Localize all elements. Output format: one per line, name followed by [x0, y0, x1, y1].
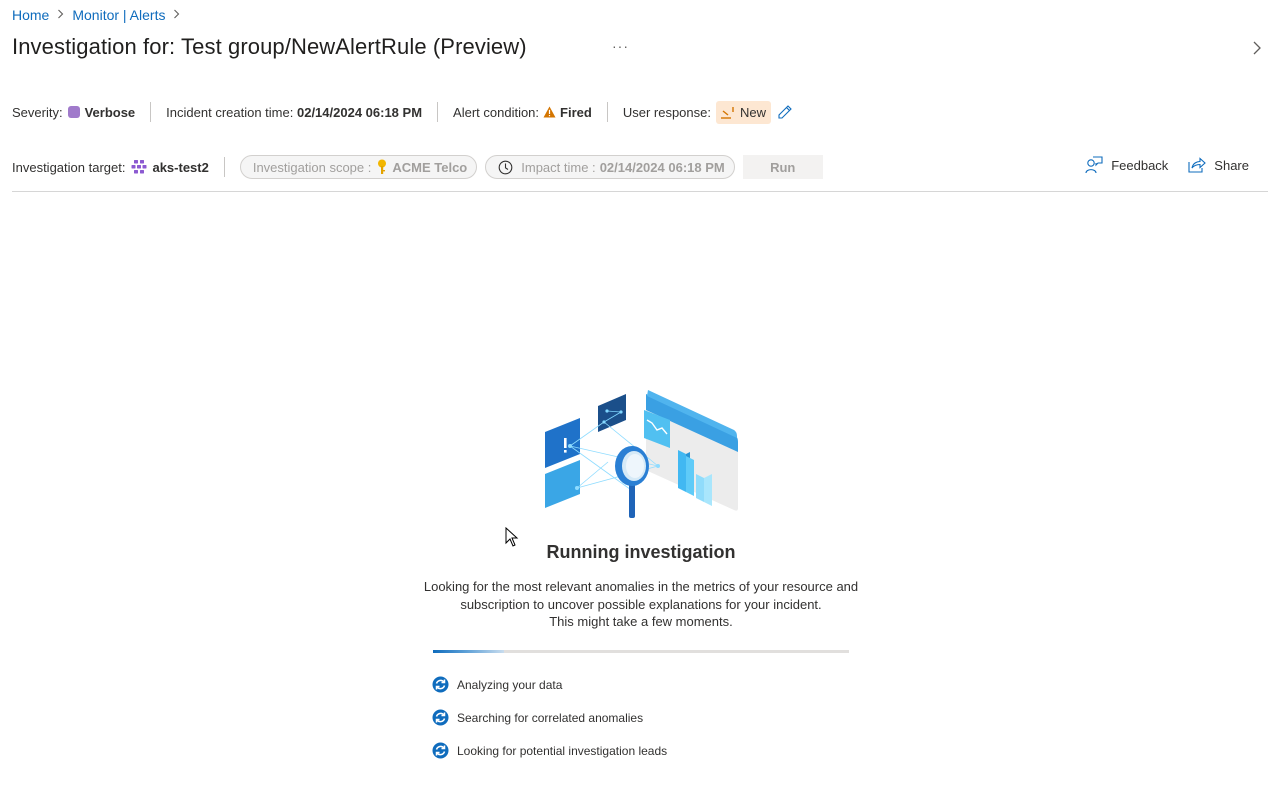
user-response-label: User response:: [622, 104, 711, 120]
feedback-button[interactable]: Feedback: [1085, 156, 1168, 174]
progress-fill: [433, 650, 504, 653]
command-actions: Feedback Share: [1065, 156, 1249, 174]
sync-icon: [432, 709, 449, 726]
impact-time-value: 02/14/2024 06:18 PM: [599, 159, 725, 175]
breadcrumb: Home Monitor | Alerts: [12, 7, 188, 23]
user-response-badge[interactable]: New: [715, 100, 771, 124]
feedback-label: Feedback: [1111, 157, 1169, 173]
severity-indicator-icon: [67, 106, 80, 118]
description-line: subscription to uncover possible explana…: [460, 596, 822, 612]
impact-time-label: Impact time :: [521, 159, 596, 175]
collapse-panel-chevron-icon[interactable]: [1252, 40, 1266, 58]
divider: [437, 102, 439, 122]
step-label: Analyzing your data: [457, 677, 563, 692]
key-icon: [378, 159, 387, 174]
investigation-target-value[interactable]: aks-test2: [152, 160, 208, 175]
run-button[interactable]: Run: [742, 155, 823, 179]
chevron-right-icon: [57, 9, 64, 22]
clock-icon: [498, 160, 513, 174]
feedback-icon: [1085, 156, 1103, 174]
description-line: This might take a few moments.: [549, 614, 733, 629]
share-label: Share: [1214, 157, 1249, 173]
step-label: Searching for correlated anomalies: [457, 710, 644, 725]
kubernetes-service-icon: [131, 160, 147, 174]
step-item: Analyzing your data: [432, 676, 667, 693]
edit-pencil-icon[interactable]: [777, 104, 793, 120]
impact-time-pill[interactable]: Impact time : 02/14/2024 06:18 PM: [485, 155, 735, 179]
alert-details-bar: Severity: Verbose Incident creation time…: [12, 100, 793, 124]
more-options-button[interactable]: ···: [612, 38, 629, 54]
investigation-scope-label: Investigation scope :: [252, 159, 372, 175]
description-line: Looking for the most relevant anomalies …: [423, 579, 859, 594]
investigation-target-label: Investigation target:: [12, 159, 126, 175]
divider: [606, 102, 608, 122]
divider: [150, 102, 152, 122]
share-button[interactable]: Share: [1188, 157, 1249, 173]
investigation-steps: Analyzing your data Searching for correl…: [432, 676, 667, 775]
user-response-value: New: [739, 104, 766, 120]
divider: [223, 157, 225, 177]
investigation-bar: Investigation target: aks-test2 Investig…: [12, 155, 823, 179]
severity-value: Verbose: [84, 104, 136, 120]
investigation-scope-value: ACME Telco: [392, 159, 468, 175]
incident-time-label: Incident creation time:: [166, 104, 294, 120]
running-investigation-description: Looking for the most relevant anomalies …: [414, 578, 868, 631]
step-item: Looking for potential investigation lead…: [432, 742, 667, 759]
step-item: Searching for correlated anomalies: [432, 709, 667, 726]
share-icon: [1188, 157, 1207, 173]
investigation-illustration: [545, 390, 738, 518]
alert-condition-value: Fired: [560, 104, 592, 120]
step-label: Looking for potential investigation lead…: [457, 743, 668, 758]
alert-condition-label: Alert condition:: [453, 104, 540, 120]
running-investigation-title: Running investigation: [546, 542, 736, 562]
header-divider: [12, 191, 1268, 192]
breadcrumb-home-link[interactable]: Home: [12, 7, 49, 23]
investigation-progress-bar: [433, 650, 849, 653]
chevron-right-icon: [173, 9, 180, 22]
page-title: Investigation for: Test group/NewAlertRu…: [12, 34, 527, 59]
sync-icon: [432, 742, 449, 759]
investigation-scope-pill[interactable]: Investigation scope : ACME Telco: [239, 155, 478, 179]
severity-label: Severity:: [12, 104, 63, 120]
breadcrumb-monitor-alerts-link[interactable]: Monitor | Alerts: [72, 7, 165, 23]
sync-icon: [432, 676, 449, 693]
incident-time-value: 02/14/2024 06:18 PM: [296, 104, 423, 120]
warning-icon: [543, 106, 556, 118]
new-status-icon: [720, 107, 734, 119]
